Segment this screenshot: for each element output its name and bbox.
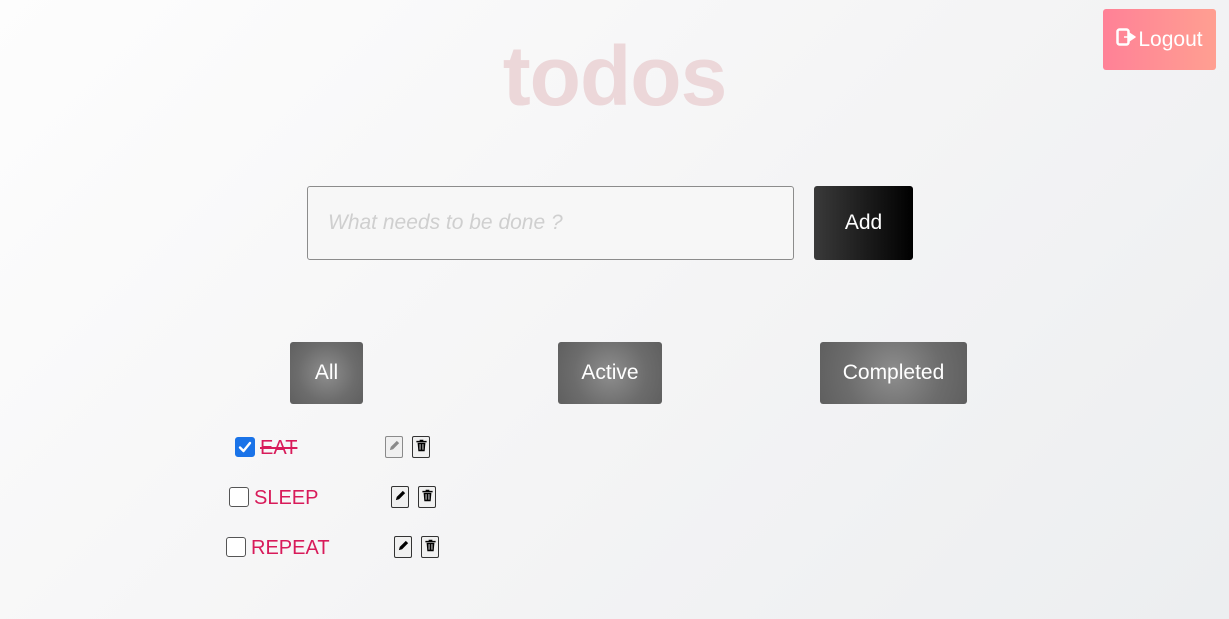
edit-todo-button[interactable]: [391, 486, 409, 508]
app-title: todos: [502, 29, 728, 123]
filter-active-button[interactable]: Active: [558, 342, 662, 404]
trash-icon: [424, 539, 437, 555]
filter-completed-button[interactable]: Completed: [820, 342, 967, 404]
trash-icon: [421, 489, 434, 505]
trash-icon: [415, 439, 428, 455]
todo-checkbox[interactable]: [229, 487, 249, 507]
delete-todo-button[interactable]: [421, 536, 439, 558]
new-todo-input[interactable]: [307, 186, 794, 260]
edit-todo-button[interactable]: [385, 436, 403, 458]
pencil-icon: [394, 489, 407, 505]
pencil-icon: [397, 539, 410, 555]
todo-text: REPEAT: [251, 537, 330, 559]
todo-text: EAT: [260, 437, 298, 459]
delete-todo-button[interactable]: [412, 436, 430, 458]
edit-todo-button[interactable]: [394, 536, 412, 558]
todo-checkbox[interactable]: [235, 437, 255, 457]
todo-checkbox[interactable]: [226, 537, 246, 557]
todo-item: EAT: [235, 436, 435, 462]
filter-all-button[interactable]: All: [290, 342, 363, 404]
todo-text: SLEEP: [254, 487, 319, 509]
delete-todo-button[interactable]: [418, 486, 436, 508]
todo-item: REPEAT: [226, 536, 441, 562]
todo-item: SLEEP: [229, 486, 439, 512]
add-button[interactable]: Add: [814, 186, 913, 260]
pencil-icon: [388, 439, 401, 455]
